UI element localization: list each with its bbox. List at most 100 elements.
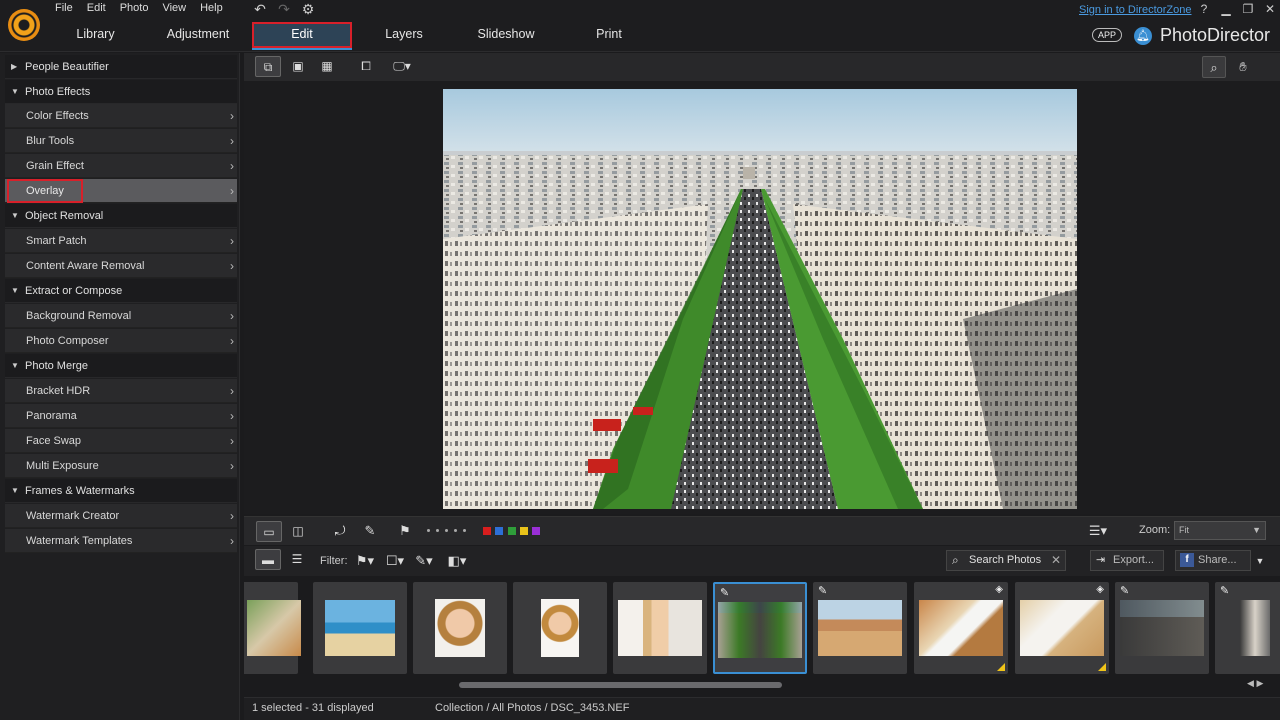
tool-smart-patch[interactable]: Smart Patch › — [5, 229, 237, 253]
tab-library[interactable]: Library — [45, 22, 146, 48]
undo-icon[interactable]: ↶ — [252, 1, 268, 18]
thumbnail-collage-2[interactable]: ◈ — [1015, 582, 1109, 674]
share-dropdown-icon[interactable]: ▼ — [1250, 550, 1270, 572]
section-frames-watermarks[interactable]: ▼ Frames & Watermarks — [5, 479, 237, 503]
filter-rating-icon[interactable]: ☐▾ — [383, 550, 407, 572]
menu-file[interactable]: File — [55, 2, 80, 14]
thumbnail-building[interactable]: ✎ — [1215, 582, 1280, 674]
tool-grain-effect[interactable]: Grain Effect › — [5, 154, 237, 178]
photo-film-strip[interactable]: ✎ ✎ ◈ ◈ ✎ ✎ — [244, 578, 1280, 678]
rating-dot-4[interactable] — [454, 529, 457, 532]
tool-overlay[interactable]: Overlay › — [5, 179, 237, 203]
tab-slideshow[interactable]: Slideshow — [455, 22, 557, 48]
scroll-left-icon[interactable]: ◀ — [1247, 678, 1254, 688]
tool-blur-tools[interactable]: Blur Tools › — [5, 129, 237, 153]
zoom-select[interactable]: Fit ▼ — [1174, 521, 1266, 540]
menu-edit[interactable]: Edit — [87, 2, 113, 14]
filter-color-icon[interactable]: ◧▾ — [445, 550, 469, 572]
search-photos-input[interactable]: ⌕ Search Photos ✕ — [946, 550, 1066, 571]
tab-print[interactable]: Print — [558, 22, 660, 48]
sort-menu-icon[interactable]: ☰▾ — [1086, 520, 1110, 542]
thumbnail-image — [325, 600, 395, 656]
compare-view-icon[interactable]: ⧉ — [255, 56, 281, 77]
rotate-icon[interactable]: ⤾ — [328, 520, 352, 542]
hand-tool-icon[interactable]: ✋︎ — [1231, 56, 1255, 78]
rating-dot-5[interactable] — [463, 529, 466, 532]
tab-edit[interactable]: Edit — [252, 22, 352, 50]
sign-in-link[interactable]: Sign in to DirectorZone — [1079, 4, 1192, 16]
stack-layers-icon: ◈ — [1096, 584, 1104, 595]
tool-face-swap[interactable]: Face Swap › — [5, 429, 237, 453]
menu-help[interactable]: Help — [200, 2, 230, 14]
compare-thumb-view-icon[interactable]: ◫ — [285, 521, 311, 542]
section-people-beautifier[interactable]: ▶ People Beautifier — [5, 55, 237, 79]
scrollbar-thumb[interactable] — [459, 682, 782, 688]
second-display-icon[interactable]: 🖵︎▾ — [389, 56, 415, 77]
app-badge[interactable]: APP — [1092, 28, 1123, 42]
tool-background-removal[interactable]: Background Removal › — [5, 304, 237, 328]
close-icon[interactable]: ✕ — [1264, 2, 1276, 16]
color-label-green[interactable] — [508, 527, 516, 535]
thumbnail-image — [1240, 600, 1270, 656]
zoom-tool-icon[interactable]: ⌕ — [1202, 56, 1226, 78]
tool-photo-composer[interactable]: Photo Composer › — [5, 329, 237, 353]
gear-icon[interactable]: ⚙ — [300, 1, 316, 18]
rating-dot-2[interactable] — [436, 529, 439, 532]
single-view-icon[interactable]: ▣ — [285, 56, 311, 77]
color-label-red[interactable] — [483, 527, 491, 535]
list-view-icon[interactable]: ☰ — [284, 549, 310, 570]
rating-dot-1[interactable] — [427, 529, 430, 532]
section-photo-effects[interactable]: ▼ Photo Effects — [5, 80, 237, 104]
expand-down-icon: ▼ — [11, 87, 19, 96]
tool-panorama[interactable]: Panorama › — [5, 404, 237, 428]
share-button[interactable]: f Share... — [1175, 550, 1251, 571]
thumbnail-portrait-3[interactable] — [613, 582, 707, 674]
scroll-right-icon[interactable]: ▶ — [1256, 678, 1263, 688]
thumbnail-cat[interactable] — [244, 582, 301, 674]
export-button[interactable]: ⇥ Export... — [1090, 550, 1164, 571]
rating-dot-3[interactable] — [445, 529, 448, 532]
menu-photo[interactable]: Photo — [120, 2, 156, 14]
film-strip-scrollbar[interactable] — [254, 680, 1240, 690]
clear-search-icon[interactable]: ✕ — [1051, 551, 1061, 570]
edit-pen-icon[interactable]: ✎ — [358, 520, 382, 542]
tool-watermark-creator[interactable]: Watermark Creator › — [5, 504, 237, 528]
notification-bell-icon[interactable]: 🔔︎ — [1134, 27, 1152, 45]
tool-content-aware-removal[interactable]: Content Aware Removal › — [5, 254, 237, 278]
single-thumb-view-icon[interactable]: ▭ — [256, 521, 282, 542]
tool-bracket-hdr[interactable]: Bracket HDR › — [5, 379, 237, 403]
restore-icon[interactable]: ❐ — [1242, 2, 1254, 16]
menu-view[interactable]: View — [162, 2, 193, 14]
redo-icon[interactable]: ↷ — [276, 1, 292, 18]
flag-icon[interactable]: ⚑ — [393, 520, 417, 542]
thumbnail-portrait-2[interactable] — [513, 582, 607, 674]
photo-canvas[interactable] — [244, 81, 1280, 514]
filter-edit-icon[interactable]: ✎▾ — [412, 550, 436, 572]
tab-layers[interactable]: Layers — [354, 22, 454, 48]
tool-color-effects[interactable]: Color Effects › — [5, 104, 237, 128]
section-photo-merge[interactable]: ▼ Photo Merge — [5, 354, 237, 378]
chevron-right-icon: › — [230, 534, 234, 548]
tab-adjustment[interactable]: Adjustment — [146, 22, 250, 48]
thumbnail-cathedral[interactable]: ✎ — [1115, 582, 1209, 674]
color-label-blue[interactable] — [495, 527, 503, 535]
chevron-right-icon: › — [230, 384, 234, 398]
section-extract-or-compose[interactable]: ▼ Extract or Compose — [5, 279, 237, 303]
help-button[interactable]: ? — [1198, 2, 1210, 16]
full-screen-icon[interactable]: ⧠ — [353, 56, 379, 77]
thumbnail-paris-selected[interactable]: ✎ — [713, 582, 807, 674]
tool-multi-exposure[interactable]: Multi Exposure › — [5, 454, 237, 478]
thumbnail-collage-1[interactable]: ◈ — [914, 582, 1008, 674]
thumbnail-beach[interactable] — [313, 582, 407, 674]
tool-watermark-templates[interactable]: Watermark Templates › — [5, 529, 237, 553]
section-object-removal[interactable]: ▼ Object Removal — [5, 204, 237, 228]
filter-flag-icon[interactable]: ⚑▾ — [351, 550, 379, 572]
thumbnail-view-icon[interactable]: ▬ — [255, 549, 281, 570]
edited-photo[interactable] — [443, 89, 1077, 509]
color-label-yellow[interactable] — [520, 527, 528, 535]
minimize-icon[interactable]: ▁ — [1220, 2, 1232, 16]
grid-view-icon[interactable]: ▦ — [314, 56, 340, 77]
thumbnail-florence[interactable]: ✎ — [813, 582, 907, 674]
thumbnail-portrait-1[interactable] — [413, 582, 507, 674]
color-label-purple[interactable] — [532, 527, 540, 535]
